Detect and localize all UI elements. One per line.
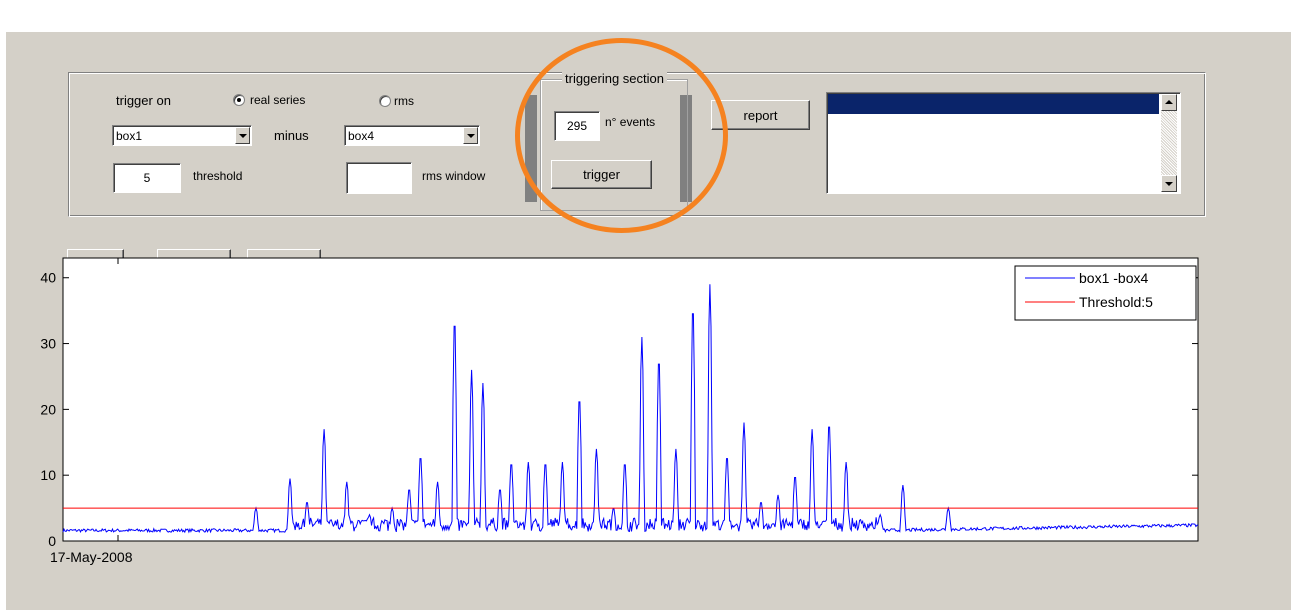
y-tick-label: 10 <box>40 467 56 483</box>
chart[interactable]: 0 10 20 30 40 17-May-2008 box1 -box4 Threshold:… <box>6 32 1291 610</box>
legend-label: box1 -box4 <box>1079 270 1148 286</box>
x-start-label: 17-May-2008 <box>50 549 133 565</box>
y-tick-label: 30 <box>40 336 56 352</box>
app-window: trigger on real series rms box1 minus bo… <box>6 32 1291 610</box>
y-tick-label: 40 <box>40 270 56 286</box>
y-tick-label: 0 <box>48 533 56 549</box>
y-tick-label: 20 <box>40 401 56 417</box>
legend-label: Threshold:5 <box>1079 294 1153 310</box>
